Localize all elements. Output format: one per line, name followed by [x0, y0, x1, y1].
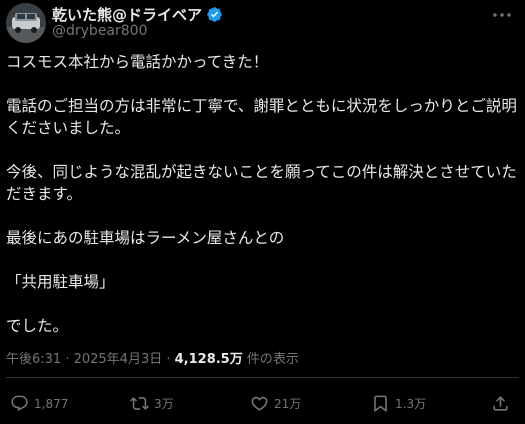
bookmark-button[interactable]: 1.3万 [371, 394, 426, 413]
name-row: 乾いた熊@ドライベア [52, 4, 223, 25]
post-paragraph: でした。 [6, 317, 69, 335]
repost-count: 3万 [154, 397, 174, 411]
heart-icon [251, 396, 268, 411]
avatar-icon [6, 3, 46, 43]
like-button[interactable]: 21万 [250, 394, 301, 413]
post-paragraph: 電話のご担当の方は非常に丁寧で、謝罪とともに状況をしっかりとご説明くださいました… [6, 97, 517, 137]
views-count: 4,128.5万 [174, 352, 243, 367]
share-icon [493, 396, 508, 411]
post-text: コスモス本社から電話かかってきた！ 電話のご担当の方は非常に丁寧で、謝罪とともに… [6, 51, 518, 359]
display-name[interactable]: 乾いた熊@ドライベア [52, 4, 202, 25]
like-count: 21万 [274, 397, 302, 411]
more-options-button[interactable] [491, 6, 513, 24]
views-label: 件の表示 [242, 352, 299, 367]
repost-icon [130, 397, 149, 410]
post-paragraph: 「共用駐車場」 [6, 273, 115, 291]
post-meta: 午後6:31 · 2025年4月3日 · 4,128.5万 件の表示 [6, 348, 299, 367]
post-paragraph: 最後にあの駐車場はラーメン屋さんとの [6, 229, 285, 247]
bookmark-icon [374, 395, 387, 413]
verified-badge-icon [207, 7, 222, 22]
avatar[interactable] [6, 3, 46, 43]
repost-button[interactable]: 3万 [130, 394, 174, 413]
reply-button[interactable]: 1,877 [10, 394, 68, 413]
author-handle[interactable]: @drybear800 [52, 23, 147, 39]
divider [6, 377, 519, 378]
reply-icon [11, 395, 28, 412]
action-bar: 1,877 3万 21万 1.3万 [0, 388, 525, 422]
post-timestamp[interactable]: 午後6:31 · 2025年4月3日 · [6, 352, 175, 367]
post-paragraph: 今後、同じような混乱が起きないことを願ってこの件は解決とさせていただきます。 [6, 163, 517, 203]
post-paragraph: コスモス本社から電話かかってきた！ [6, 53, 269, 71]
reply-count: 1,877 [34, 396, 69, 411]
post-header: 乾いた熊@ドライベア @drybear800 [0, 0, 525, 44]
more-options-icon [493, 13, 511, 17]
share-button[interactable] [491, 394, 510, 413]
bookmark-count: 1.3万 [395, 397, 427, 411]
